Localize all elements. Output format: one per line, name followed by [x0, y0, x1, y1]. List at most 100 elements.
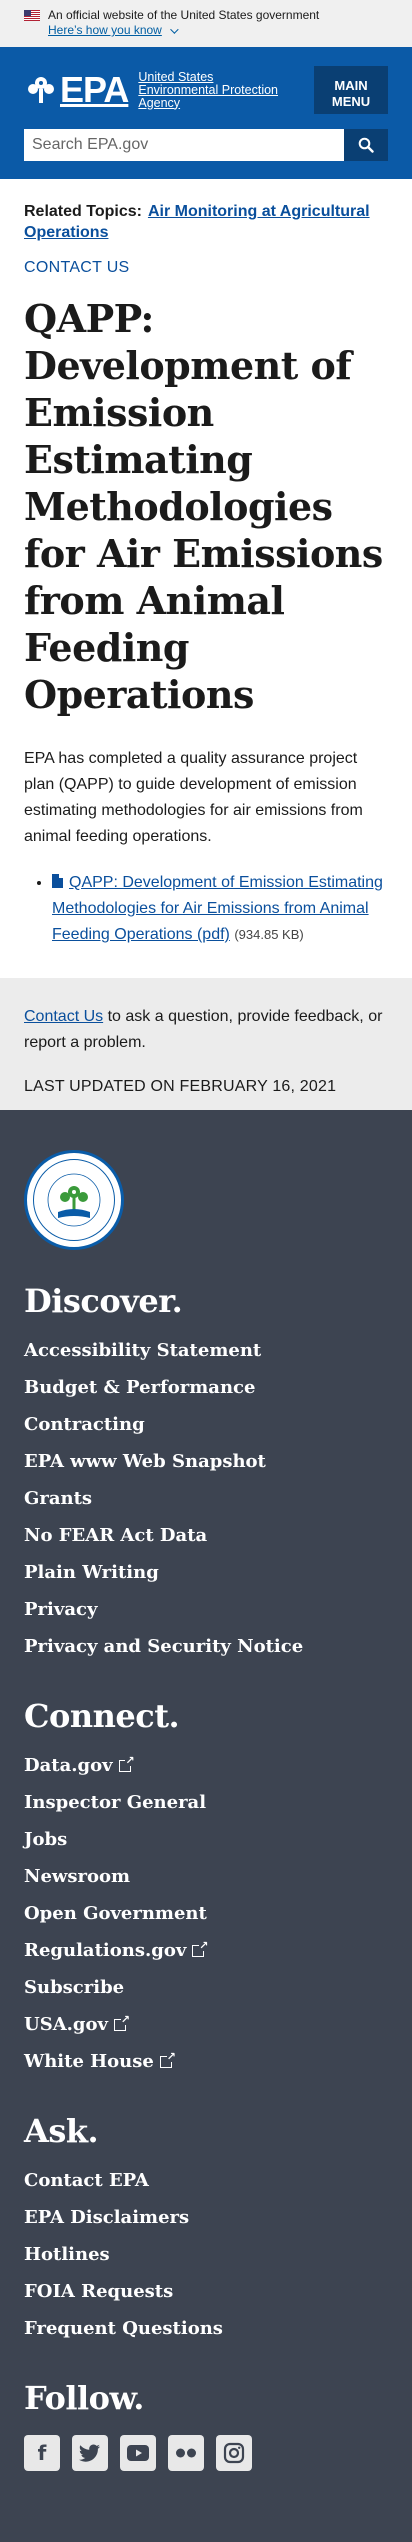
- footer-link-disclaimers[interactable]: EPA Disclaimers: [24, 2207, 189, 2228]
- list-item: Frequent Questions: [24, 2310, 388, 2347]
- list-item: Accessibility Statement: [24, 1332, 388, 1369]
- footer-link-budget[interactable]: Budget & Performance: [24, 1377, 255, 1398]
- search-input[interactable]: [24, 129, 344, 161]
- list-item: USA.gov: [24, 2006, 388, 2043]
- youtube-icon[interactable]: [120, 2435, 156, 2471]
- heres-how-you-know-link[interactable]: Here’s how you know: [48, 23, 179, 38]
- connect-heading: Connect.: [24, 1697, 180, 1735]
- list-item: Privacy and Security Notice: [24, 1628, 388, 1665]
- list-item: Newsroom: [24, 1858, 388, 1895]
- agency-line-3: Agency: [138, 95, 181, 110]
- discover-list: Accessibility Statement Budget & Perform…: [24, 1332, 388, 1665]
- instagram-camera-glyph: [223, 2442, 245, 2464]
- site-header: EPA United States Environmental Protecti…: [0, 47, 412, 179]
- list-item: Contracting: [24, 1406, 388, 1443]
- related-topics-label: Related Topics:: [24, 203, 142, 220]
- epa-logo: EPA: [24, 69, 129, 111]
- footer-link-usa-gov[interactable]: USA.gov: [24, 2014, 130, 2035]
- footer-link-subscribe[interactable]: Subscribe: [24, 1977, 124, 1998]
- instagram-icon[interactable]: [216, 2435, 252, 2471]
- epa-seal-logo[interactable]: [24, 1150, 124, 1250]
- last-updated: LAST UPDATED ON FEBRUARY 16, 2021: [24, 1078, 337, 1095]
- footer-link-web-snapshot[interactable]: EPA www Web Snapshot: [24, 1451, 266, 1472]
- external-link-icon: [192, 1940, 209, 1957]
- usa-gov-label: USA.gov: [24, 2014, 108, 2035]
- list-item: EPA Disclaimers: [24, 2199, 388, 2236]
- external-link-icon: [159, 2051, 176, 2068]
- pdf-document-link[interactable]: QAPP: Development of Emission Estimating…: [52, 874, 383, 943]
- list-item: Plain Writing: [24, 1554, 388, 1591]
- footer-link-no-fear[interactable]: No FEAR Act Data: [24, 1525, 207, 1546]
- footer-link-white-house[interactable]: White House: [24, 2051, 176, 2072]
- agency-line-2: Environmental Protection: [138, 82, 279, 97]
- regulations-gov-label: Regulations.gov: [24, 1940, 187, 1961]
- agency-name: United States Environmental Protection A…: [138, 69, 279, 110]
- social-links: f: [24, 2435, 388, 2471]
- flickr-dots-glyph: [176, 2448, 196, 2458]
- list-item: Budget & Performance: [24, 1369, 388, 1406]
- file-pdf-icon: [52, 874, 63, 888]
- agency-line-1: United States: [138, 69, 214, 84]
- list-item: Hotlines: [24, 2236, 388, 2273]
- menu-label-1: MAIN: [334, 78, 368, 93]
- footer-link-grants[interactable]: Grants: [24, 1488, 92, 1509]
- external-link-icon: [118, 1755, 135, 1772]
- chevron-down-icon: [170, 24, 179, 34]
- list-item: Jobs: [24, 1821, 388, 1858]
- main-content: Related Topics: Air Monitoring at Agricul…: [0, 201, 412, 948]
- footer-link-open-government[interactable]: Open Government: [24, 1903, 207, 1924]
- list-item: Inspector General: [24, 1784, 388, 1821]
- search-icon: [358, 137, 374, 153]
- list-item: QAPP: Development of Emission Estimating…: [52, 870, 388, 948]
- facebook-icon[interactable]: f: [24, 2435, 60, 2471]
- main-menu-button[interactable]: MAIN MENU: [314, 66, 388, 114]
- list-item: Open Government: [24, 1895, 388, 1932]
- list-item: White House: [24, 2043, 388, 2080]
- footer-link-contracting[interactable]: Contracting: [24, 1414, 145, 1435]
- footer-link-data-gov[interactable]: Data.gov: [24, 1755, 135, 1776]
- feedback-contact-link[interactable]: Contact Us: [24, 1008, 103, 1025]
- file-size: (934.85 KB): [234, 927, 304, 942]
- youtube-play-glyph: [127, 2445, 149, 2461]
- list-item: FOIA Requests: [24, 2273, 388, 2310]
- intro-paragraph: EPA has completed a quality assurance pr…: [24, 750, 363, 845]
- flickr-icon[interactable]: [168, 2435, 204, 2471]
- footer-link-contact-epa[interactable]: Contact EPA: [24, 2170, 149, 2191]
- footer-link-foia[interactable]: FOIA Requests: [24, 2281, 173, 2302]
- footer-link-plain-writing[interactable]: Plain Writing: [24, 1562, 159, 1583]
- follow-heading: Follow.: [24, 2379, 144, 2417]
- external-link-icon: [113, 2014, 130, 2031]
- footer-link-jobs[interactable]: Jobs: [24, 1829, 67, 1850]
- us-flag-icon: [24, 10, 40, 21]
- white-house-label: White House: [24, 2051, 154, 2072]
- footer-link-privacy-security[interactable]: Privacy and Security Notice: [24, 1636, 303, 1657]
- footer-link-inspector-general[interactable]: Inspector General: [24, 1792, 206, 1813]
- seal-inner: [33, 1159, 115, 1241]
- site-footer: Discover. Accessibility Statement Budget…: [0, 1110, 412, 2542]
- list-item: Contact EPA: [24, 2162, 388, 2199]
- contact-us-link[interactable]: CONTACT US: [24, 259, 388, 277]
- gov-banner: An official website of the United States…: [0, 0, 412, 47]
- search-button[interactable]: [344, 129, 388, 161]
- discover-heading: Discover.: [24, 1282, 183, 1320]
- data-gov-label: Data.gov: [24, 1755, 113, 1776]
- connect-list: Data.gov Inspector General Jobs Newsroom…: [24, 1747, 388, 2080]
- footer-link-hotlines[interactable]: Hotlines: [24, 2244, 110, 2265]
- pdf-document-label: QAPP: Development of Emission Estimating…: [52, 874, 383, 943]
- related-topics: Related Topics: Air Monitoring at Agricul…: [24, 201, 388, 243]
- epa-logo-abbr: EPA: [60, 69, 129, 110]
- twitter-icon[interactable]: [72, 2435, 108, 2471]
- list-item: Privacy: [24, 1591, 388, 1628]
- footer-link-regulations-gov[interactable]: Regulations.gov: [24, 1940, 209, 1961]
- search-form: [24, 129, 388, 161]
- epa-seal-icon: [47, 1173, 101, 1227]
- footer-link-faq[interactable]: Frequent Questions: [24, 2318, 223, 2339]
- footer-link-newsroom[interactable]: Newsroom: [24, 1866, 130, 1887]
- twitter-bird-glyph: [79, 2444, 100, 2462]
- ask-heading: Ask.: [24, 2112, 99, 2150]
- list-item: EPA www Web Snapshot: [24, 1443, 388, 1480]
- feedback-text: Contact Us to ask a question, provide fe…: [24, 1004, 388, 1056]
- epa-logo-link[interactable]: EPA United States Environmental Protecti…: [24, 69, 278, 111]
- footer-link-accessibility[interactable]: Accessibility Statement: [24, 1340, 261, 1361]
- footer-link-privacy[interactable]: Privacy: [24, 1599, 97, 1620]
